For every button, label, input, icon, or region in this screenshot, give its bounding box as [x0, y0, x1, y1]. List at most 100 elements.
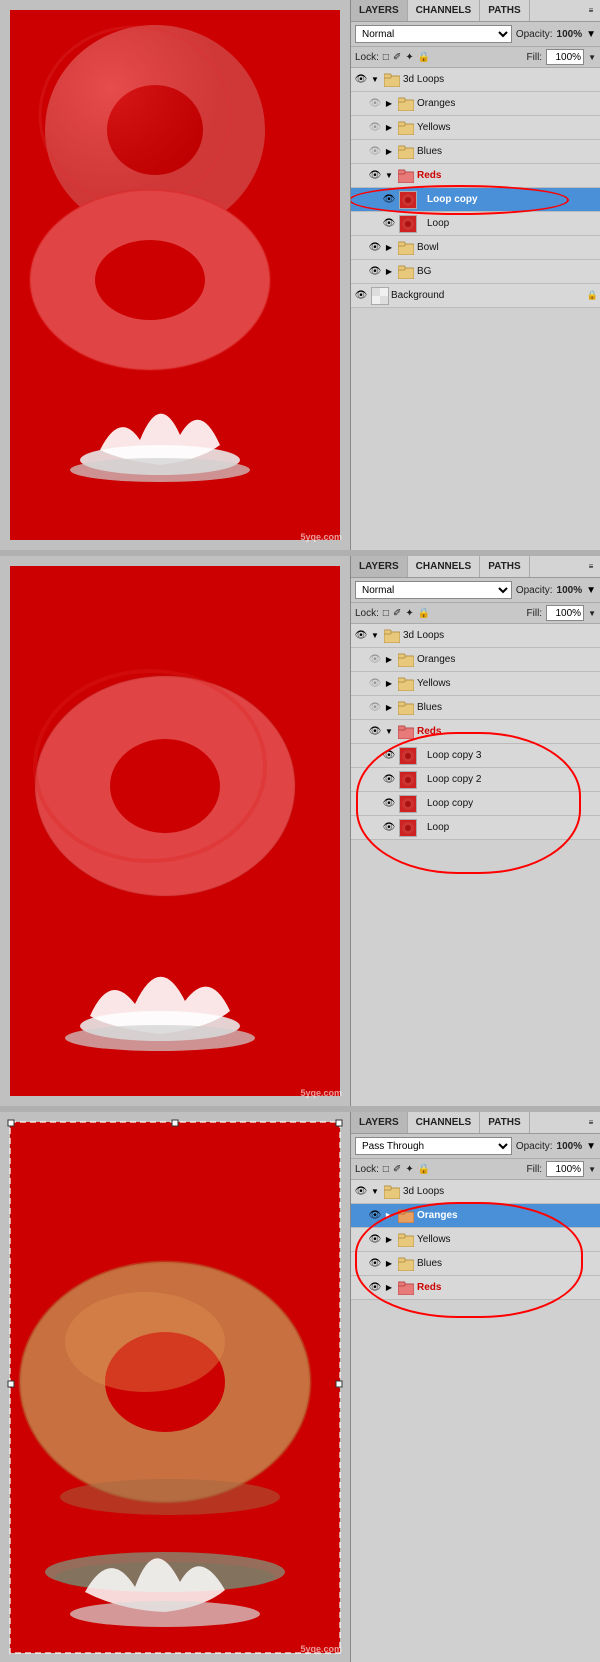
- eye-bowl-1[interactable]: 👁: [367, 240, 383, 256]
- layer-loop-copy2-2[interactable]: 👁 Loop copy 2: [351, 768, 600, 792]
- tab-layers-2[interactable]: LAYERS: [351, 556, 408, 577]
- eye-yellows-1[interactable]: 👁: [367, 120, 383, 136]
- tab-channels-3[interactable]: CHANNELS: [408, 1112, 481, 1133]
- tab-layers-3[interactable]: LAYERS: [351, 1112, 408, 1133]
- panel-menu-button-2[interactable]: ≡: [582, 558, 600, 576]
- layer-loop-copy-1[interactable]: 👁 Loop copy: [351, 188, 600, 212]
- fill-input-2[interactable]: [546, 605, 584, 621]
- expand-reds-1[interactable]: ▼: [383, 170, 395, 182]
- eye-loop-copy2-2[interactable]: 👁: [381, 772, 397, 788]
- lock-check-pixel-2[interactable]: □: [383, 608, 389, 619]
- eye-reds-2[interactable]: 👁: [367, 724, 383, 740]
- eye-blues-3[interactable]: 👁: [367, 1256, 383, 1272]
- layer-bowl-1[interactable]: 👁 ▶ Bowl: [351, 236, 600, 260]
- expand-3d-loops-3[interactable]: ▼: [369, 1186, 381, 1198]
- layer-bg-1[interactable]: 👁 ▶ BG: [351, 260, 600, 284]
- layer-blues-2[interactable]: 👁 ▶ Blues: [351, 696, 600, 720]
- lock-check-pixel-1[interactable]: □: [383, 52, 389, 63]
- eye-blues-2[interactable]: 👁: [367, 700, 383, 716]
- expand-oranges-1[interactable]: ▶: [383, 98, 395, 110]
- layers-list-1[interactable]: 👁 ▼ 3d Loops 👁 ▶ Oranges 👁 ▶: [351, 68, 600, 550]
- eye-loop-1[interactable]: 👁: [381, 216, 397, 232]
- eye-loop-copy-2[interactable]: 👁: [381, 796, 397, 812]
- eye-yellows-2[interactable]: 👁: [367, 676, 383, 692]
- expand-blues-1[interactable]: ▶: [383, 146, 395, 158]
- eye-loop-copy-1[interactable]: 👁: [381, 192, 397, 208]
- eye-reds-1[interactable]: 👁: [367, 168, 383, 184]
- expand-yellows-3[interactable]: ▶: [383, 1234, 395, 1246]
- eye-loop-2[interactable]: 👁: [381, 820, 397, 836]
- lock-check-all-2[interactable]: 🔒: [418, 608, 430, 619]
- lock-check-move-3[interactable]: ✦: [405, 1164, 413, 1175]
- layer-reds-3[interactable]: 👁 ▶ Reds: [351, 1276, 600, 1300]
- expand-blues-2[interactable]: ▶: [383, 702, 395, 714]
- layer-yellows-3[interactable]: 👁 ▶ Yellows: [351, 1228, 600, 1252]
- expand-reds-2[interactable]: ▼: [383, 726, 395, 738]
- eye-oranges-1[interactable]: 👁: [367, 96, 383, 112]
- layer-loop-copy3-2[interactable]: 👁 Loop copy 3: [351, 744, 600, 768]
- eye-loop-copy3-2[interactable]: 👁: [381, 748, 397, 764]
- blend-mode-select-1[interactable]: Normal Pass Through Multiply Screen: [355, 25, 512, 43]
- blend-mode-select-3[interactable]: Normal Pass Through: [355, 1137, 512, 1155]
- tab-paths-3[interactable]: PATHS: [480, 1112, 529, 1133]
- expand-blues-3[interactable]: ▶: [383, 1258, 395, 1270]
- panel-menu-button-3[interactable]: ≡: [582, 1114, 600, 1132]
- layer-reds-1[interactable]: 👁 ▼ Reds: [351, 164, 600, 188]
- layer-oranges-3[interactable]: 👁 ▶ Oranges: [351, 1204, 600, 1228]
- lock-check-paint-2[interactable]: ✐: [393, 608, 401, 619]
- lock-check-pixel-3[interactable]: □: [383, 1164, 389, 1175]
- fill-arrow-1[interactable]: ▼: [588, 53, 596, 62]
- layer-loop-2[interactable]: 👁 Loop: [351, 816, 600, 840]
- eye-reds-3[interactable]: 👁: [367, 1280, 383, 1296]
- blend-mode-select-2[interactable]: Normal Pass Through: [355, 581, 512, 599]
- layer-loop-1[interactable]: 👁 Loop: [351, 212, 600, 236]
- opacity-arrow-2[interactable]: ▼: [586, 585, 596, 596]
- layer-3d-loops-2[interactable]: 👁 ▼ 3d Loops: [351, 624, 600, 648]
- eye-background-1[interactable]: 👁: [353, 288, 369, 304]
- eye-bg-1[interactable]: 👁: [367, 264, 383, 280]
- layer-loop-copy-2[interactable]: 👁 Loop copy: [351, 792, 600, 816]
- eye-oranges-2[interactable]: 👁: [367, 652, 383, 668]
- expand-yellows-1[interactable]: ▶: [383, 122, 395, 134]
- tab-channels-2[interactable]: CHANNELS: [408, 556, 481, 577]
- layer-3d-loops-3[interactable]: 👁 ▼ 3d Loops: [351, 1180, 600, 1204]
- expand-3d-loops-1[interactable]: ▼: [369, 74, 381, 86]
- eye-3d-loops-3[interactable]: 👁: [353, 1184, 369, 1200]
- expand-yellows-2[interactable]: ▶: [383, 678, 395, 690]
- eye-3d-loops-2[interactable]: 👁: [353, 628, 369, 644]
- fill-input-1[interactable]: [546, 49, 584, 65]
- lock-check-paint-3[interactable]: ✐: [393, 1164, 401, 1175]
- eye-oranges-3[interactable]: 👁: [367, 1208, 383, 1224]
- layer-background-1[interactable]: 👁 Background 🔒: [351, 284, 600, 308]
- eye-3d-loops-1[interactable]: 👁: [353, 72, 369, 88]
- lock-check-all-1[interactable]: 🔒: [418, 52, 430, 63]
- lock-check-move-2[interactable]: ✦: [405, 608, 413, 619]
- expand-oranges-2[interactable]: ▶: [383, 654, 395, 666]
- tab-paths-2[interactable]: PATHS: [480, 556, 529, 577]
- fill-input-3[interactable]: [546, 1161, 584, 1177]
- expand-bg-1[interactable]: ▶: [383, 266, 395, 278]
- layer-reds-2[interactable]: 👁 ▼ Reds: [351, 720, 600, 744]
- layers-list-3[interactable]: 👁 ▼ 3d Loops 👁 ▶ Oranges 👁 ▶: [351, 1180, 600, 1662]
- layer-3d-loops-1[interactable]: 👁 ▼ 3d Loops: [351, 68, 600, 92]
- expand-reds-3[interactable]: ▶: [383, 1282, 395, 1294]
- layer-oranges-1[interactable]: 👁 ▶ Oranges: [351, 92, 600, 116]
- lock-check-all-3[interactable]: 🔒: [418, 1164, 430, 1175]
- eye-yellows-3[interactable]: 👁: [367, 1232, 383, 1248]
- tab-layers-1[interactable]: LAYERS: [351, 0, 408, 21]
- fill-arrow-2[interactable]: ▼: [588, 609, 596, 618]
- layer-yellows-2[interactable]: 👁 ▶ Yellows: [351, 672, 600, 696]
- opacity-arrow-1[interactable]: ▼: [586, 29, 596, 40]
- tab-channels-1[interactable]: CHANNELS: [408, 0, 481, 21]
- layer-blues-1[interactable]: 👁 ▶ Blues: [351, 140, 600, 164]
- expand-bowl-1[interactable]: ▶: [383, 242, 395, 254]
- tab-paths-1[interactable]: PATHS: [480, 0, 529, 21]
- lock-check-move-1[interactable]: ✦: [405, 52, 413, 63]
- layer-yellows-1[interactable]: 👁 ▶ Yellows: [351, 116, 600, 140]
- layers-list-2[interactable]: 👁 ▼ 3d Loops 👁 ▶ Oranges 👁 ▶: [351, 624, 600, 1106]
- fill-arrow-3[interactable]: ▼: [588, 1165, 596, 1174]
- expand-oranges-3[interactable]: ▶: [383, 1210, 395, 1222]
- expand-3d-loops-2[interactable]: ▼: [369, 630, 381, 642]
- lock-check-paint-1[interactable]: ✐: [393, 52, 401, 63]
- layer-oranges-2[interactable]: 👁 ▶ Oranges: [351, 648, 600, 672]
